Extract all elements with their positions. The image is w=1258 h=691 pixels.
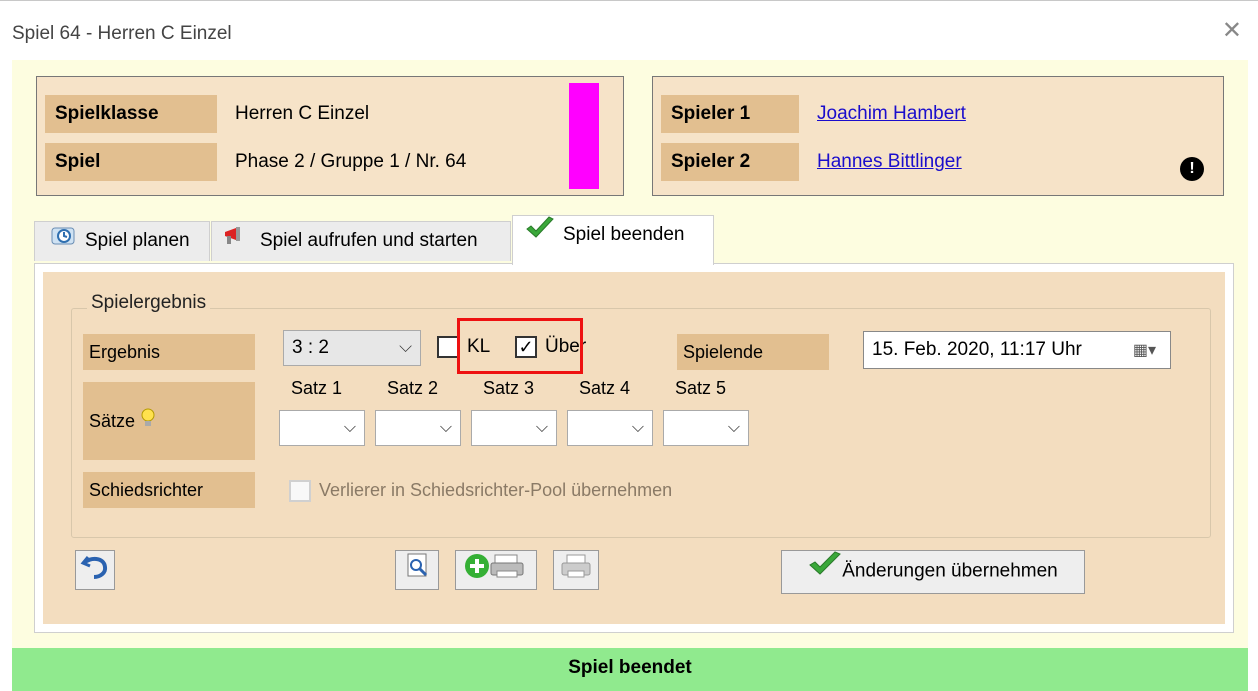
chevron-down-icon: ⌵ bbox=[439, 419, 452, 436]
spiel-label: Spiel bbox=[45, 143, 217, 181]
chevron-down-icon: ⌵ bbox=[399, 337, 412, 356]
chevron-down-icon: ⌵ bbox=[631, 419, 644, 436]
satz3-select[interactable]: ⌵ bbox=[471, 410, 557, 446]
spielende-value: 15. Feb. 2020, 11:17 Uhr bbox=[872, 339, 1082, 360]
schiedsrichter-checkbox[interactable] bbox=[289, 480, 311, 502]
spieler1-label: Spieler 1 bbox=[661, 95, 799, 133]
tab-label: Spiel planen bbox=[85, 230, 190, 252]
schiedsrichter-option-label: Verlierer in Schiedsrichter-Pool überneh… bbox=[319, 480, 673, 500]
window-title: Spiel 64 - Herren C Einzel bbox=[12, 23, 232, 44]
print-preview-button[interactable] bbox=[395, 550, 439, 590]
clock-icon bbox=[51, 222, 77, 260]
chevron-down-icon: ⌵ bbox=[535, 419, 548, 436]
players-info-box: Spieler 1 Joachim Hambert Spieler 2 Hann… bbox=[652, 76, 1224, 196]
satz3-label: Satz 3 bbox=[483, 378, 535, 398]
exclamation-icon[interactable]: ! bbox=[1180, 157, 1204, 181]
checkmark-icon bbox=[808, 551, 842, 592]
spieler2-link[interactable]: Hannes Bittlinger bbox=[817, 143, 962, 181]
kl-checkbox[interactable] bbox=[437, 336, 459, 358]
satz4-select[interactable]: ⌵ bbox=[567, 410, 653, 446]
schiedsrichter-label: Schiedsrichter bbox=[83, 472, 255, 508]
add-print-icon bbox=[461, 551, 531, 587]
chevron-down-icon: ⌵ bbox=[343, 419, 356, 436]
spielklasse-value: Herren C Einzel bbox=[235, 103, 370, 124]
spielende-label: Spielende bbox=[677, 334, 829, 370]
match-info-box: Spielklasse Herren C Einzel Spiel Phase … bbox=[36, 76, 624, 196]
ergebnis-value: 3 : 2 bbox=[292, 337, 329, 358]
undo-button[interactable] bbox=[75, 550, 115, 590]
tab-panel: Spielergebnis Ergebnis 3 : 2 ⌵ KL ✓ Über… bbox=[34, 263, 1234, 633]
status-bar: Spiel beendet bbox=[12, 648, 1248, 691]
print-button[interactable] bbox=[553, 550, 599, 590]
title-bar: Spiel 64 - Herren C Einzel ✕ bbox=[0, 0, 1258, 60]
tab-spiel-planen[interactable]: Spiel planen bbox=[34, 221, 210, 261]
spielende-datetime-picker[interactable]: 15. Feb. 2020, 11:17 Uhr ▦▾ bbox=[863, 331, 1171, 369]
lightbulb-icon bbox=[140, 383, 156, 461]
ergebnis-select[interactable]: 3 : 2 ⌵ bbox=[283, 330, 421, 366]
spiel-value: Phase 2 / Gruppe 1 / Nr. 64 bbox=[235, 151, 467, 172]
satz5-label: Satz 5 bbox=[675, 378, 727, 398]
spieler2-label: Spieler 2 bbox=[661, 143, 799, 181]
color-marker bbox=[569, 83, 599, 189]
satz1-label: Satz 1 bbox=[291, 378, 343, 398]
spielklasse-label: Spielklasse bbox=[45, 95, 217, 133]
undo-icon bbox=[80, 551, 110, 587]
tab-label: Spiel beenden bbox=[563, 224, 685, 246]
spieler1-link[interactable]: Joachim Hambert bbox=[817, 95, 966, 133]
result-group-title: Spielergebnis bbox=[87, 292, 211, 314]
saetze-label-box: Sätze bbox=[83, 382, 255, 460]
saetze-label: Sätze bbox=[89, 411, 136, 431]
satz4-label: Satz 4 bbox=[579, 378, 631, 398]
checkmark-icon bbox=[525, 216, 555, 254]
printer-icon bbox=[559, 551, 593, 587]
tab-spiel-beenden[interactable]: Spiel beenden bbox=[512, 215, 714, 265]
satz5-select[interactable]: ⌵ bbox=[663, 410, 749, 446]
dialog-client-area: Spielklasse Herren C Einzel Spiel Phase … bbox=[12, 60, 1248, 648]
apply-changes-label: Änderungen übernehmen bbox=[842, 560, 1058, 582]
satz2-select[interactable]: ⌵ bbox=[375, 410, 461, 446]
apply-changes-button[interactable]: Änderungen übernehmen bbox=[781, 550, 1085, 594]
satz2-label: Satz 2 bbox=[387, 378, 439, 398]
ergebnis-label: Ergebnis bbox=[83, 334, 255, 370]
add-print-button[interactable] bbox=[455, 550, 537, 590]
close-icon[interactable]: ✕ bbox=[1222, 19, 1242, 43]
print-preview-icon bbox=[402, 551, 432, 587]
highlight-box bbox=[457, 318, 583, 374]
calendar-icon[interactable]: ▦▾ bbox=[1133, 340, 1156, 360]
tab-spiel-aufrufen[interactable]: Spiel aufrufen und starten bbox=[211, 221, 511, 261]
tab-label: Spiel aufrufen und starten bbox=[260, 230, 478, 252]
tab-panel-content: Spielergebnis Ergebnis 3 : 2 ⌵ KL ✓ Über… bbox=[43, 272, 1225, 624]
megaphone-icon bbox=[222, 222, 252, 260]
satz1-select[interactable]: ⌵ bbox=[279, 410, 365, 446]
chevron-down-icon: ⌵ bbox=[727, 419, 740, 436]
